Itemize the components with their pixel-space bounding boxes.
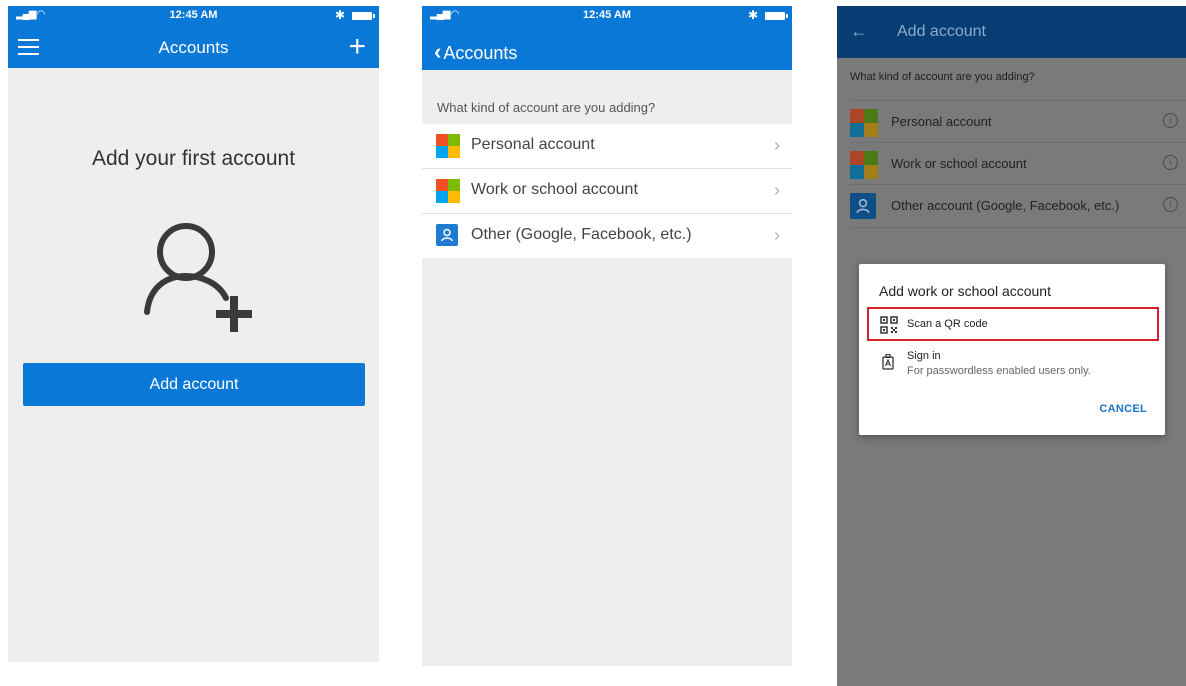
microsoft-logo-icon bbox=[850, 151, 878, 179]
status-time: 12:45 AM bbox=[169, 9, 218, 21]
work-school-account-item[interactable]: Work or school account › bbox=[422, 169, 792, 214]
sign-in-subtitle: For passwordless enabled users only. bbox=[907, 365, 1091, 377]
empty-state-headline: Add your first account bbox=[91, 147, 296, 170]
add-user-icon bbox=[140, 214, 270, 344]
personal-account-item[interactable]: Personal account i bbox=[850, 100, 1186, 143]
back-label: Accounts bbox=[443, 43, 518, 63]
work-school-account-item[interactable]: Work or school account i bbox=[850, 142, 1186, 185]
scan-qr-code-option[interactable]: Scan a QR code bbox=[867, 307, 1159, 341]
status-bar: ▂▄▆ ◠ 12:45 AM ✱ bbox=[8, 6, 379, 26]
app-bar: ▂▄▆ ◠ 12:45 AM ✱ ‹ Accounts bbox=[422, 6, 792, 70]
person-icon bbox=[850, 193, 876, 219]
info-icon[interactable]: i bbox=[1163, 197, 1178, 212]
list-item-label: Work or school account bbox=[891, 156, 1027, 171]
add-icon[interactable]: + bbox=[348, 32, 366, 62]
info-icon[interactable]: i bbox=[1163, 155, 1178, 170]
app-bar: ← Add account bbox=[837, 6, 1186, 58]
chevron-right-icon: › bbox=[774, 225, 780, 245]
battery-icon bbox=[765, 12, 788, 20]
sign-in-label: Sign in bbox=[907, 350, 941, 362]
microsoft-logo-icon bbox=[850, 109, 878, 137]
list-item-label: Work or school account bbox=[471, 181, 638, 198]
microsoft-logo-icon bbox=[436, 134, 460, 158]
bluetooth-icon: ✱ bbox=[334, 8, 345, 22]
list-item-label: Other (Google, Facebook, etc.) bbox=[471, 226, 692, 243]
android-add-account-screen: ← Add account What kind of account are y… bbox=[837, 6, 1186, 686]
dialog-title: Add work or school account bbox=[879, 283, 1051, 299]
account-type-list: Personal account › Work or school accoun… bbox=[422, 124, 792, 258]
back-arrow-icon[interactable]: ← bbox=[850, 21, 868, 42]
badge-icon bbox=[882, 353, 894, 375]
question-text: What kind of account are you adding? bbox=[850, 71, 1035, 83]
add-work-account-dialog: Add work or school account Scan a QR cod… bbox=[859, 264, 1165, 435]
page-title: Accounts bbox=[158, 38, 229, 57]
cancel-button[interactable]: CANCEL bbox=[1099, 403, 1147, 415]
other-account-item[interactable]: Other (Google, Facebook, etc.) › bbox=[422, 214, 792, 258]
list-item-label: Other account (Google, Facebook, etc.) bbox=[891, 198, 1120, 213]
personal-account-item[interactable]: Personal account › bbox=[422, 124, 792, 169]
chevron-left-icon: ‹ bbox=[434, 39, 442, 64]
battery-icon bbox=[352, 12, 375, 20]
other-account-item[interactable]: Other account (Google, Facebook, etc.) i bbox=[850, 184, 1186, 228]
person-icon bbox=[436, 224, 458, 246]
qr-code-icon bbox=[880, 316, 898, 339]
chevron-right-icon: › bbox=[774, 135, 780, 155]
scan-qr-label: Scan a QR code bbox=[907, 318, 988, 330]
list-item-label: Personal account bbox=[471, 136, 595, 153]
accounts-screen: ▂▄▆ ◠ 12:45 AM ✱ Accounts + Add your fir… bbox=[8, 6, 379, 662]
add-account-button[interactable]: Add account bbox=[23, 363, 365, 406]
microsoft-logo-icon bbox=[436, 179, 460, 203]
list-item-label: Personal account bbox=[891, 114, 992, 129]
page-title: Add account bbox=[897, 23, 986, 40]
account-type-screen: ▂▄▆ ◠ 12:45 AM ✱ ‹ Accounts What kind of … bbox=[422, 6, 792, 666]
chevron-right-icon: › bbox=[774, 180, 780, 200]
bluetooth-icon: ✱ bbox=[747, 8, 758, 22]
info-icon[interactable]: i bbox=[1163, 113, 1178, 128]
status-bar: ▂▄▆ ◠ 12:45 AM ✱ bbox=[422, 6, 792, 26]
back-button[interactable]: ‹ Accounts bbox=[434, 39, 517, 65]
question-text: What kind of account are you adding? bbox=[437, 100, 656, 115]
status-time: 12:45 AM bbox=[583, 9, 631, 21]
app-bar: ▂▄▆ ◠ 12:45 AM ✱ Accounts + bbox=[8, 6, 379, 68]
